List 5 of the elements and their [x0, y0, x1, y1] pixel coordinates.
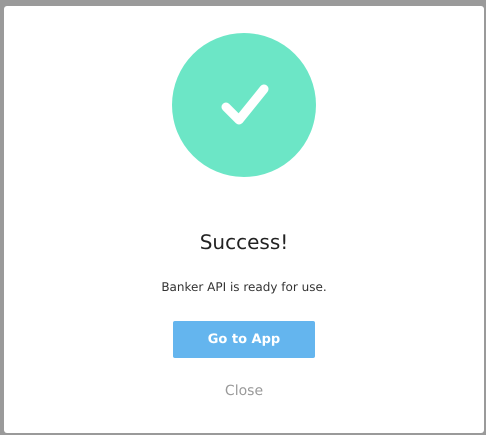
checkmark-icon: [172, 33, 316, 177]
dialog-message: Banker API is ready for use.: [161, 279, 327, 295]
go-to-app-button[interactable]: Go to App: [173, 321, 315, 358]
dialog-title: Success!: [200, 230, 288, 254]
close-button[interactable]: Close: [224, 382, 264, 400]
